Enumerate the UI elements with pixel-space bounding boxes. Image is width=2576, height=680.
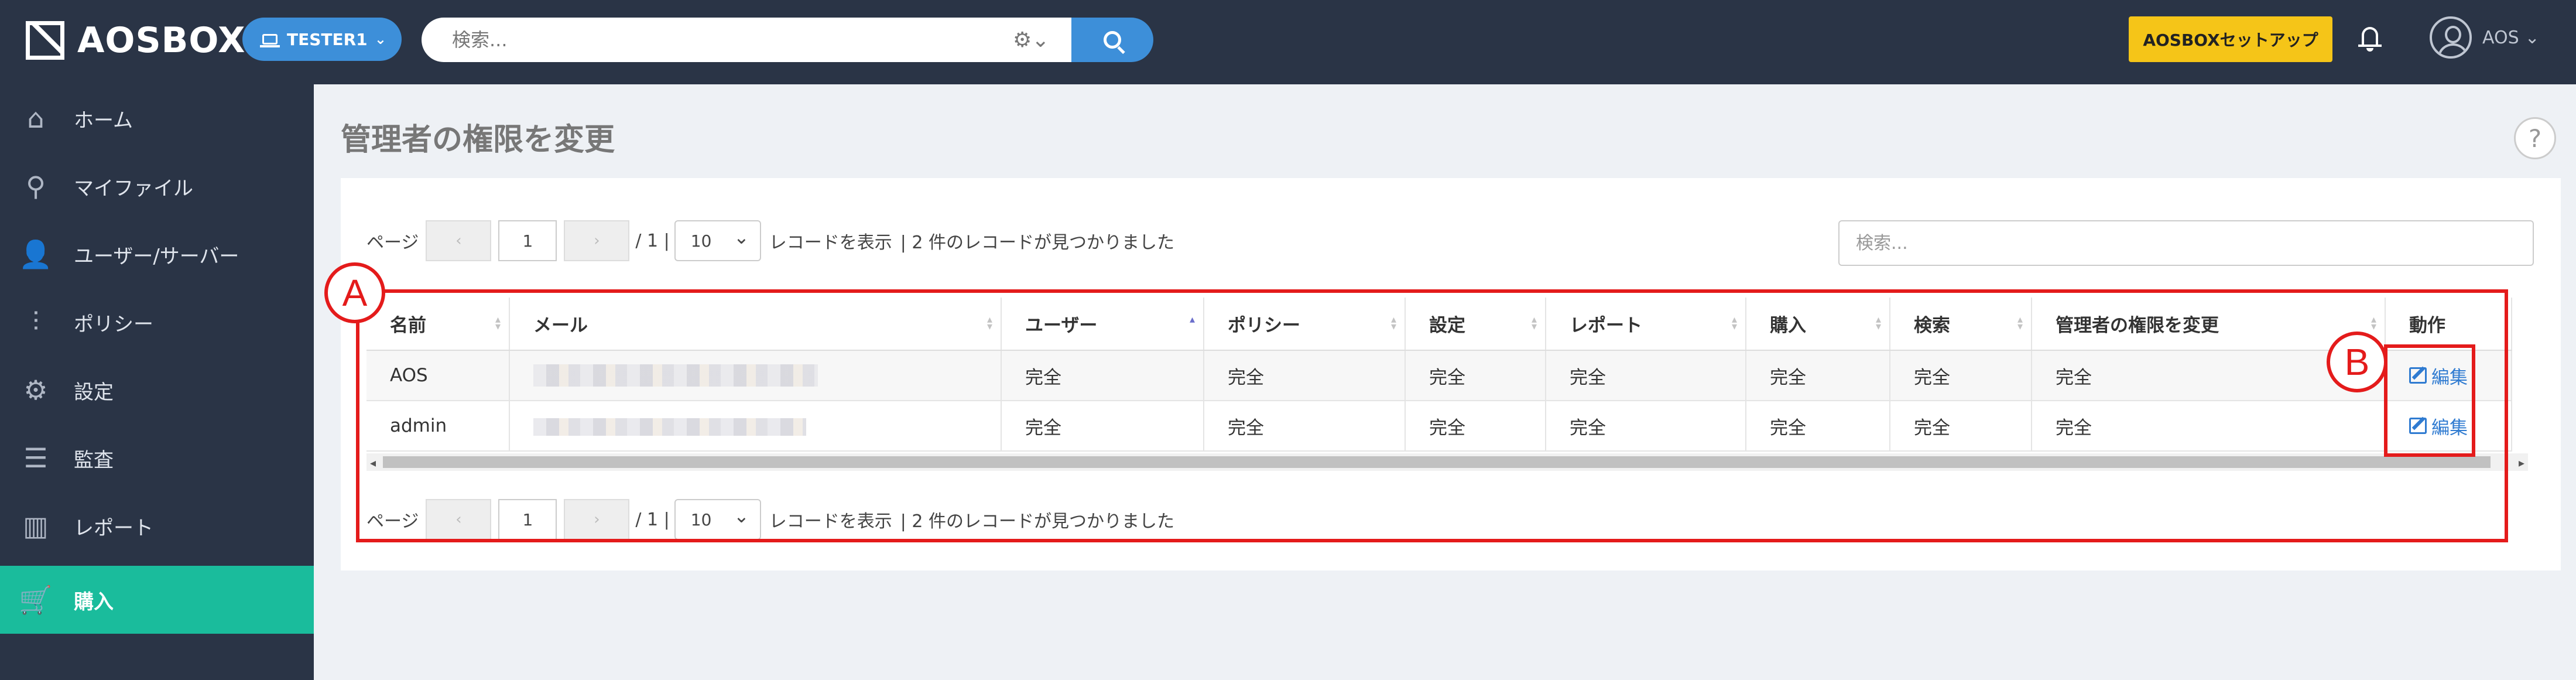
list-icon: ☰ — [23, 442, 48, 474]
setup-button[interactable]: AOSBOXセットアップ — [2129, 16, 2332, 62]
sidebar-item-label: 設定 — [74, 380, 114, 404]
tenant-label: TESTER1 — [287, 29, 368, 49]
user-menu[interactable]: AOS ⌄ — [2430, 16, 2540, 59]
sidebar: ⌂ ホーム ⚲ マイファイル 👤 ユーザー/サーバー ⫶ ポリシー ⚙ 設定 ☰… — [0, 84, 314, 680]
gear-icon: ⚙ — [23, 374, 48, 406]
sidebar-item-label: ユーザー/サーバー — [74, 244, 239, 268]
records-found-label: | 2 件のレコードが見つかりました — [900, 233, 1175, 253]
search-settings-gear-icon[interactable]: ⚙⌄ — [1013, 28, 1049, 52]
sliders-icon: ⫶ — [32, 306, 39, 337]
sidebar-item-label: レポート — [74, 516, 153, 540]
brand-name: AOSBOX — [77, 20, 246, 61]
sidebar-item-label: ポリシー — [74, 312, 153, 336]
chevron-down-icon: ⌄ — [2524, 27, 2540, 48]
annotation-label-b: B — [2327, 332, 2387, 392]
search-icon — [1104, 31, 1121, 49]
page-label: ページ — [366, 233, 419, 253]
search-icon: ⚲ — [26, 170, 46, 202]
sidebar-item-users-servers[interactable]: 👤 ユーザー/サーバー — [0, 220, 314, 288]
annotation-label-a: A — [324, 262, 385, 323]
bell-icon[interactable] — [2358, 25, 2382, 53]
sidebar-item-label: マイファイル — [74, 176, 193, 200]
avatar-icon — [2430, 16, 2472, 59]
prev-page-button[interactable]: ‹ — [426, 220, 492, 261]
sidebar-item-report[interactable]: ▥ レポート — [0, 492, 314, 560]
annotation-box-b — [2384, 344, 2475, 457]
sidebar-item-label: ホーム — [74, 108, 133, 132]
sidebar-item-label: 購入 — [74, 590, 114, 614]
pager-top: ページ ‹ › / 1 | 10 レコードを表示 | 2 件のレコードが見つかり… — [366, 220, 1174, 261]
sidebar-item-settings[interactable]: ⚙ 設定 — [0, 356, 314, 424]
tenant-button[interactable]: TESTER1 ⌄ — [242, 18, 402, 61]
users-icon: 👤 — [19, 238, 53, 270]
sidebar-item-audit[interactable]: ☰ 監査 — [0, 424, 314, 492]
cart-icon: 🛒 — [19, 583, 53, 616]
sidebar-item-purchase[interactable]: 🛒 購入 — [0, 566, 314, 634]
help-icon[interactable]: ? — [2514, 117, 2556, 159]
total-pages: / 1 | — [635, 230, 670, 251]
table-search-input[interactable] — [1838, 220, 2534, 266]
user-name: AOS — [2482, 27, 2519, 48]
page-number-input[interactable] — [498, 220, 557, 261]
chevron-down-icon: ⌄ — [374, 31, 386, 47]
brand-logo[interactable]: AOSBOX — [26, 20, 246, 61]
top-bar: AOSBOX TESTER1 ⌄ ⚙⌄ AOSBOXセットアップ AOS ⌄ — [0, 0, 2576, 84]
global-search-input[interactable] — [422, 18, 1071, 62]
sidebar-item-my-files[interactable]: ⚲ マイファイル — [0, 152, 314, 220]
laptop-icon — [260, 34, 280, 47]
bar-chart-icon: ▥ — [23, 510, 49, 542]
page-size-select[interactable]: 10 — [674, 220, 761, 261]
logo-icon — [26, 21, 64, 60]
home-icon: ⌂ — [27, 102, 44, 134]
show-records-label: レコードを表示 — [769, 233, 892, 253]
next-page-button[interactable]: › — [564, 220, 630, 261]
global-search: ⚙⌄ — [422, 18, 1153, 62]
sidebar-item-policy[interactable]: ⫶ ポリシー — [0, 288, 314, 356]
annotation-box-a — [356, 289, 2508, 542]
sidebar-item-home[interactable]: ⌂ ホーム — [0, 84, 314, 152]
scroll-right-arrow-icon[interactable]: ▸ — [2519, 456, 2524, 470]
sidebar-item-label: 監査 — [74, 448, 114, 472]
search-button[interactable] — [1071, 18, 1153, 62]
page-title: 管理者の権限を変更 — [341, 122, 615, 158]
